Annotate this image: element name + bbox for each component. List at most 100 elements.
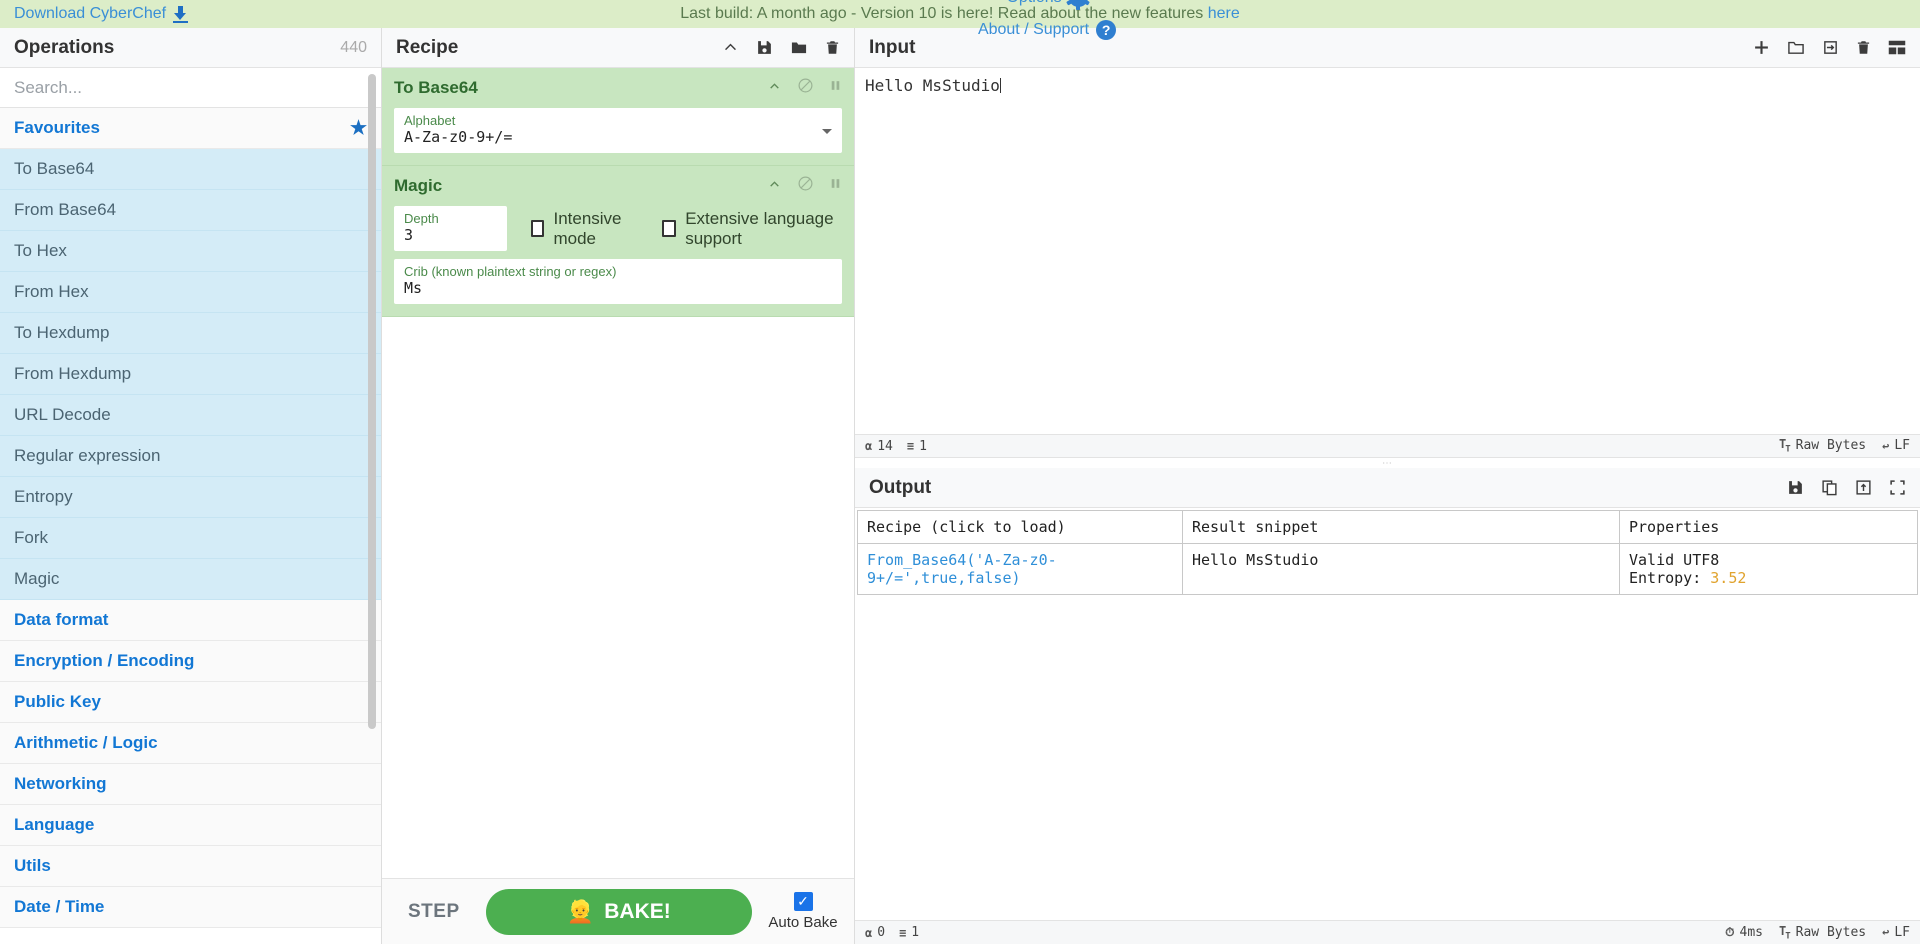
chevron-up-icon[interactable] [722,39,739,56]
about-support-button[interactable]: About / Support ? [978,20,1117,40]
arg-alphabet-label: Alphabet [404,113,456,128]
arg-depth-value: 3 [404,226,414,244]
trash-icon[interactable] [825,39,840,56]
checkbox-intensive-mode[interactable] [530,220,545,237]
recipe-operations-list[interactable]: To Base64 Alphabet A-Za-z0-9+/= Magic De… [382,68,854,878]
output-encoding-selector[interactable]: TT Raw Bytes [1779,924,1866,941]
maximise-icon[interactable] [1889,479,1906,496]
folder-open-icon[interactable] [1787,39,1805,56]
operation-item[interactable]: Entropy [0,477,381,518]
category-encryption-encoding[interactable]: Encryption / Encoding [0,641,381,682]
arg-alphabet-value: A-Za-z0-9+/= [404,128,513,146]
about-support-label[interactable]: About / Support [978,21,1089,39]
save-icon[interactable] [1787,479,1804,496]
arg-alphabet[interactable]: Alphabet A-Za-z0-9+/= [394,108,842,153]
recipe-op-magic[interactable]: Magic Depth 3 Intensive mode Extensive l… [382,166,854,317]
input-eol-selector[interactable]: ↩ LF [1882,438,1910,453]
download-icon[interactable] [173,6,189,23]
column-recipe: Recipe (click to load) [857,510,1183,544]
arg-intensive-mode-label: Intensive mode [553,208,622,248]
input-value: Hello MsStudio [865,76,1000,95]
download-cyberchef-label[interactable]: Download CyberChef [14,5,166,23]
recipe-op-to-base64[interactable]: To Base64 Alphabet A-Za-z0-9+/= [382,68,854,166]
operation-item[interactable]: Magic [0,559,381,600]
category-favourites[interactable]: Favourites ★ [0,108,381,149]
operation-item[interactable]: URL Decode [0,395,381,436]
category-utils[interactable]: Utils [0,846,381,887]
output-length: 0 [877,925,886,940]
operation-item[interactable]: To Base64 [0,149,381,190]
lines-icon: ≡ [906,439,914,453]
category-favourites-label: Favourites [14,118,100,137]
output-lines: 1 [911,925,920,940]
options-button[interactable]: Options [1006,0,1090,10]
pause-icon[interactable] [829,78,842,98]
chef-icon: 👱 [566,898,595,924]
cell-recipe[interactable]: From_Base64('A-Za-z0-9+/=',true,false) [857,543,1183,595]
operation-item[interactable]: To Hexdump [0,313,381,354]
bake-button[interactable]: 👱 BAKE! [485,888,752,935]
io-splitter[interactable]: ⋯ [855,458,1920,469]
options-label[interactable]: Options [1006,0,1061,7]
tabs-icon[interactable] [1888,40,1906,55]
disable-icon[interactable] [797,77,814,99]
plus-icon[interactable] [1753,39,1770,56]
input-eol: LF [1894,438,1910,454]
auto-bake-toggle[interactable]: ✓ Auto Bake [766,892,840,931]
pause-icon[interactable] [829,176,842,196]
sign-in-icon[interactable] [1822,39,1839,56]
arg-intensive-mode[interactable]: Intensive mode [530,208,639,249]
chevron-down-icon[interactable] [822,128,832,134]
output-panel: Output Recipe (click to load) Result sni… [855,468,1920,944]
output-eol-selector[interactable]: ↩ LF [1882,925,1910,940]
question-circle-icon[interactable]: ? [1096,20,1117,40]
auto-bake-label: Auto Bake [768,914,838,931]
output-timing[interactable]: ⏱ 4ms [1725,925,1763,940]
category-data-format[interactable]: Data format [0,600,381,641]
operation-item[interactable]: From Base64 [0,190,381,231]
text-cursor [999,78,1001,93]
table-row[interactable]: From_Base64('A-Za-z0-9+/=',true,false) H… [857,543,1918,595]
input-encoding-selector[interactable]: TT Raw Bytes [1779,437,1866,454]
output-title: Output [869,476,932,498]
operation-item[interactable]: To Hex [0,231,381,272]
arg-depth[interactable]: Depth 3 [394,206,507,251]
arg-extensive-language-support[interactable]: Extensive language support [662,209,842,249]
font-icon: TT [1779,437,1791,455]
gear-icon[interactable] [1066,0,1090,10]
open-tab-icon[interactable] [1855,479,1872,496]
operations-scrollbar[interactable] [368,74,376,729]
disable-icon[interactable] [797,175,814,197]
operation-item[interactable]: Regular expression [0,436,381,477]
checkbox-extensive-language-support[interactable] [662,220,677,237]
download-cyberchef-link[interactable]: Download CyberChef [14,5,189,23]
copy-icon[interactable] [1821,479,1838,496]
category-language[interactable]: Language [0,805,381,846]
input-textarea[interactable]: Hello MsStudio [855,68,1920,434]
checkbox-auto-bake[interactable]: ✓ [793,892,813,911]
recipe-op-title: To Base64 [394,78,478,97]
save-icon[interactable] [756,39,773,56]
operations-search-row[interactable] [0,68,381,108]
operation-item[interactable]: From Hex [0,272,381,313]
step-button[interactable]: STEP [396,893,472,931]
operations-list[interactable]: Favourites ★ To Base64 From Base64 To He… [0,108,381,944]
property-entropy-label: Entropy: [1629,569,1711,587]
recipe-panel: Recipe To Base64 Alphabet A-Za-z0-9+/= M… [382,28,855,944]
folder-icon[interactable] [790,39,808,56]
magic-results-table[interactable]: Recipe (click to load) Result snippet Pr… [857,510,1918,595]
category-arithmetic-logic[interactable]: Arithmetic / Logic [0,723,381,764]
chevron-up-icon[interactable] [767,176,782,196]
arg-crib[interactable]: Crib (known plaintext string or regex) M… [394,259,842,304]
category-networking[interactable]: Networking [0,764,381,805]
chevron-up-icon[interactable] [767,78,782,98]
trash-icon[interactable] [1856,39,1871,56]
star-icon: ★ [349,117,367,139]
return-icon: ↩ [1882,925,1889,940]
input-length: 14 [877,438,893,454]
search-input[interactable] [14,77,367,98]
operation-item[interactable]: From Hexdump [0,354,381,395]
category-public-key[interactable]: Public Key [0,682,381,723]
category-date-time[interactable]: Date / Time [0,887,381,928]
operation-item[interactable]: Fork [0,518,381,559]
